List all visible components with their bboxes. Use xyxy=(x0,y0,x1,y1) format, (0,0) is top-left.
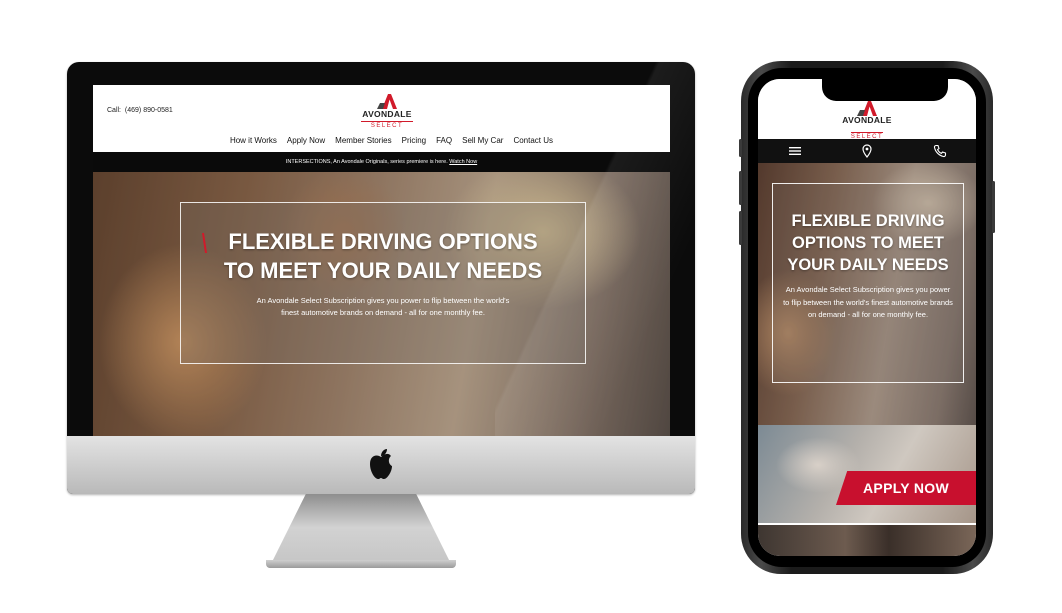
mobile-hero: FLEXIBLE DRIVING OPTIONS TO MEET YOUR DA… xyxy=(758,163,976,425)
apply-section: APPLY NOW xyxy=(758,425,976,523)
mobile-headline-line3: YOUR DAILY NEEDS xyxy=(787,256,949,274)
announcement-bar: INTERSECTIONS, An Avondale Originals, se… xyxy=(93,152,670,172)
mobile-toolbar xyxy=(758,139,976,163)
nav-apply-now[interactable]: Apply Now xyxy=(287,136,325,145)
call-label: Call: xyxy=(107,107,122,114)
phone-number[interactable]: (469) 890-0581 xyxy=(125,107,173,114)
apple-logo-icon xyxy=(370,449,392,479)
nav-how-it-works[interactable]: How it Works xyxy=(230,136,277,145)
volume-up-button xyxy=(739,171,742,205)
hero-body: An Avondale Select Subscription gives yo… xyxy=(256,296,510,317)
imac-device: Call: (469) 890-0581 AVONDALE SELECT How… xyxy=(67,62,695,494)
phone-icon[interactable] xyxy=(933,144,947,158)
nav-pricing[interactable]: Pricing xyxy=(402,136,426,145)
brand-name: AVONDALE xyxy=(362,109,412,119)
brand-name: AVONDALE xyxy=(842,115,892,125)
desktop-nav: How it Works Apply Now Member Stories Pr… xyxy=(93,136,670,145)
location-pin-icon[interactable] xyxy=(860,144,874,158)
mobile-hero-text-box: FLEXIBLE DRIVING OPTIONS TO MEET YOUR DA… xyxy=(772,183,964,383)
desktop-site: Call: (469) 890-0581 AVONDALE SELECT How… xyxy=(93,85,670,436)
mobile-next-section-photo xyxy=(758,525,976,556)
volume-down-button xyxy=(739,211,742,245)
nav-faq[interactable]: FAQ xyxy=(436,136,452,145)
hero-headline: FLEXIBLE DRIVING OPTIONS TO MEET YOUR DA… xyxy=(181,227,585,285)
nav-sell-my-car[interactable]: Sell My Car xyxy=(462,136,503,145)
hero-headline-line1: FLEXIBLE DRIVING OPTIONS xyxy=(228,229,538,254)
iphone-device: AVONDALE SELECT FLEXIBLE DRIVING OPTIONS… xyxy=(739,61,995,574)
hero-headline-line2: TO MEET YOUR DAILY NEEDS xyxy=(223,258,543,283)
power-button xyxy=(992,181,995,233)
mobile-headline-line2: OPTIONS TO MEET xyxy=(792,234,944,252)
brand-sub: SELECT xyxy=(361,120,413,129)
logo-mark-icon xyxy=(857,101,877,116)
silent-switch xyxy=(739,139,742,157)
watch-now-link[interactable]: Watch Now xyxy=(449,159,477,165)
mobile-hero-body: An Avondale Select Subscription gives yo… xyxy=(783,285,953,319)
mobile-hero-headline: FLEXIBLE DRIVING OPTIONS TO MEET YOUR DA… xyxy=(773,210,963,276)
desktop-hero: FLEXIBLE DRIVING OPTIONS TO MEET YOUR DA… xyxy=(93,172,670,436)
mobile-site: AVONDALE SELECT FLEXIBLE DRIVING OPTIONS… xyxy=(758,79,976,556)
brand-logo[interactable]: AVONDALE SELECT xyxy=(361,93,413,129)
call-info: Call: (469) 890-0581 xyxy=(107,107,173,114)
logo-mark-icon xyxy=(377,94,397,109)
apply-now-button[interactable]: APPLY NOW xyxy=(836,471,976,505)
nav-contact-us[interactable]: Contact Us xyxy=(513,136,553,145)
announcement-text: INTERSECTIONS, An Avondale Originals, se… xyxy=(285,159,448,165)
desktop-header: Call: (469) 890-0581 AVONDALE SELECT How… xyxy=(93,85,670,152)
mobile-brand-logo[interactable]: AVONDALE SELECT xyxy=(837,100,897,143)
hamburger-menu-icon[interactable] xyxy=(788,144,802,158)
imac-stand-base xyxy=(266,560,456,568)
hero-text-box: FLEXIBLE DRIVING OPTIONS TO MEET YOUR DA… xyxy=(180,202,586,364)
imac-chin xyxy=(67,436,695,494)
mobile-headline-line1: FLEXIBLE DRIVING xyxy=(791,212,945,230)
imac-stand xyxy=(269,494,453,568)
phone-notch xyxy=(822,79,948,101)
nav-member-stories[interactable]: Member Stories xyxy=(335,136,391,145)
